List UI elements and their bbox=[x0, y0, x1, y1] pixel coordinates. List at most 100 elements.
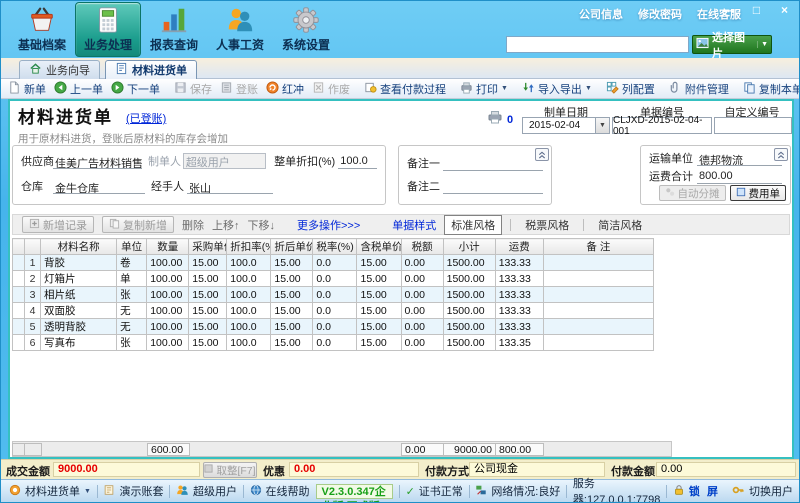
remark2-field[interactable] bbox=[443, 180, 543, 194]
attachments-button[interactable]: 附件管理 bbox=[666, 80, 732, 98]
column-header[interactable]: 税额 bbox=[401, 239, 443, 255]
void-button[interactable]: 作废 bbox=[309, 80, 353, 98]
image-path-input[interactable] bbox=[506, 36, 689, 53]
add-record-button[interactable]: 新增记录 bbox=[22, 216, 94, 233]
table-row[interactable]: 4双面胶无100.0015.00100.015.000.015.000.0015… bbox=[13, 303, 654, 319]
new-doc-icon bbox=[8, 81, 21, 97]
table-row[interactable]: 3相片纸张100.0015.00100.015.000.015.000.0015… bbox=[13, 287, 654, 303]
round-button[interactable]: 取整[F7] bbox=[203, 462, 257, 478]
nav-label: 系统设置 bbox=[282, 36, 330, 53]
account-set-item[interactable]: 演示账套 bbox=[103, 483, 163, 499]
close-button[interactable]: × bbox=[777, 3, 792, 17]
page-title: 材料进货单 bbox=[18, 103, 113, 128]
style-tab-tax[interactable]: 税票风格 bbox=[519, 216, 575, 234]
switch-user-button[interactable]: 切换用户 bbox=[732, 483, 793, 499]
separator bbox=[469, 485, 470, 498]
transport-field[interactable]: 德邦物流 bbox=[697, 152, 782, 166]
column-header[interactable]: 小计 bbox=[443, 239, 495, 255]
column-header[interactable]: 单位 bbox=[117, 239, 147, 255]
void-icon bbox=[312, 81, 325, 97]
post-button[interactable]: 登账 bbox=[217, 80, 261, 98]
more-actions-link[interactable]: 更多操作>>> bbox=[297, 217, 360, 233]
copy-icon bbox=[743, 81, 756, 97]
prev-doc-button[interactable]: 上一单 bbox=[51, 80, 106, 98]
nav-item-hr-payroll[interactable]: 人事工资 bbox=[207, 2, 273, 57]
column-header[interactable]: 运费 bbox=[495, 239, 543, 255]
warehouse-field[interactable]: 金牛仓库 bbox=[53, 180, 145, 194]
payment-strip: 成交金额 9000.00 取整[F7] 优惠 0.00 付款方式 公司现金 付款… bbox=[1, 459, 800, 479]
paperclip-icon bbox=[669, 81, 682, 97]
supplier-label: 供应商 bbox=[21, 153, 53, 169]
import-export-button[interactable]: 导入导出▼ bbox=[519, 80, 595, 98]
column-header[interactable]: 含税单价 bbox=[357, 239, 401, 255]
nav-item-base-files[interactable]: 基础档案 bbox=[9, 2, 75, 57]
table-row[interactable]: 2灯箱片单100.0015.00100.015.000.015.000.0015… bbox=[13, 271, 654, 287]
expense-doc-button[interactable]: 费用单 bbox=[730, 185, 787, 201]
column-header[interactable]: 材料名称 bbox=[41, 239, 117, 255]
chevron-down-icon[interactable]: ▼ bbox=[595, 118, 609, 133]
date-picker[interactable]: 2015-02-04 ▼ bbox=[522, 117, 610, 134]
supplier-box: 供应商 佳美广告材料销售店 制单人 超级用户 整单折扣(%) 100.0 仓库 … bbox=[12, 145, 386, 205]
chevron-down-icon[interactable]: ▼ bbox=[757, 41, 768, 48]
posted-status-link[interactable]: (已登账) bbox=[126, 110, 166, 126]
pay-amount-field[interactable]: 0.00 bbox=[656, 462, 796, 477]
column-header[interactable]: 采购单价 bbox=[189, 239, 227, 255]
column-header[interactable] bbox=[13, 239, 25, 255]
column-header[interactable]: 备 注 bbox=[543, 239, 653, 255]
custom-number-field[interactable] bbox=[714, 117, 792, 134]
doc-style-link[interactable]: 单据样式 bbox=[392, 217, 436, 233]
print-count: 0 bbox=[487, 110, 513, 129]
move-up-button[interactable]: 上移↑ bbox=[212, 217, 240, 233]
tab-business-wizard[interactable]: 业务向导 bbox=[19, 60, 100, 79]
doc-type-menu[interactable]: 材料进货单 ▼ bbox=[9, 483, 91, 499]
new-doc-button[interactable]: 新单 bbox=[5, 80, 49, 98]
copy-doc-button[interactable]: 复制本单 bbox=[740, 80, 800, 98]
totals-freight: 800.00 bbox=[495, 443, 544, 456]
choose-image-button[interactable]: 选择图片 ▼ bbox=[692, 35, 772, 54]
style-tab-simple[interactable]: 简洁风格 bbox=[592, 216, 648, 234]
discount-field[interactable]: 100.0 bbox=[338, 155, 377, 169]
remark1-field[interactable] bbox=[443, 157, 543, 171]
column-config-button[interactable]: 列配置 bbox=[603, 80, 658, 98]
online-help-item[interactable]: 在线帮助 bbox=[250, 483, 310, 499]
printer-icon[interactable] bbox=[487, 110, 503, 129]
save-button[interactable]: 保存 bbox=[171, 80, 215, 98]
view-payment-button[interactable]: 查看付款过程 bbox=[361, 80, 449, 98]
freight-total-field[interactable]: 800.00 bbox=[697, 170, 782, 184]
style-tab-standard[interactable]: 标准风格 bbox=[444, 215, 502, 235]
column-header[interactable]: 折后单价 bbox=[271, 239, 313, 255]
tab-material-purchase[interactable]: 材料进货单 bbox=[105, 60, 197, 79]
column-header[interactable]: 数量 bbox=[147, 239, 189, 255]
maximize-button[interactable]: □ bbox=[749, 3, 764, 17]
supplier-field[interactable]: 佳美广告材料销售店 bbox=[53, 155, 142, 169]
nav-item-reports[interactable]: 报表查询 bbox=[141, 2, 207, 57]
column-header[interactable]: 折扣率(%) bbox=[227, 239, 271, 255]
nav-item-settings[interactable]: 系统设置 bbox=[273, 2, 339, 57]
copy-add-button[interactable]: 复制新增 bbox=[102, 216, 174, 233]
auto-split-button[interactable]: 自动分摊 bbox=[659, 185, 726, 201]
table-row[interactable]: 1背胶卷100.0015.00100.015.000.015.000.00150… bbox=[13, 255, 654, 271]
image-icon bbox=[696, 37, 709, 52]
chevron-down-icon: ▼ bbox=[84, 488, 91, 495]
print-button[interactable]: 打印▼ bbox=[457, 80, 511, 98]
table-row[interactable]: 5透明背胶无100.0015.00100.015.000.015.000.001… bbox=[13, 319, 654, 335]
column-header[interactable]: 税率(%) bbox=[313, 239, 357, 255]
lock-screen-button[interactable]: 锁 屏 bbox=[673, 483, 720, 499]
next-doc-button[interactable]: 下一单 bbox=[108, 80, 163, 98]
column-header[interactable] bbox=[25, 239, 41, 255]
current-user-item[interactable]: 超级用户 bbox=[176, 483, 237, 499]
handler-field[interactable]: 张山 bbox=[187, 180, 273, 194]
table-row[interactable]: 6写真布张100.0015.00100.015.000.015.000.0015… bbox=[13, 335, 654, 351]
minimize-button[interactable]: — bbox=[721, 3, 736, 17]
doc-toolbar: 新单 上一单 下一单 保存 登账 红冲 作废 查看付款过程 打印▼ bbox=[1, 79, 800, 99]
red-flush-button[interactable]: 红冲 bbox=[263, 80, 307, 98]
delete-row-button[interactable]: 删除 bbox=[182, 217, 204, 233]
company-info-link[interactable]: 公司信息 bbox=[579, 6, 623, 22]
doc-number-field[interactable]: CLJXD-2015-02-04-001 bbox=[612, 117, 712, 134]
bar-chart-icon bbox=[159, 5, 189, 35]
move-down-button[interactable]: 下移↓ bbox=[248, 217, 276, 233]
nav-item-business[interactable]: 业务处理 bbox=[75, 2, 141, 57]
change-password-link[interactable]: 修改密码 bbox=[638, 6, 682, 22]
separator bbox=[510, 219, 511, 231]
separator bbox=[97, 485, 98, 498]
